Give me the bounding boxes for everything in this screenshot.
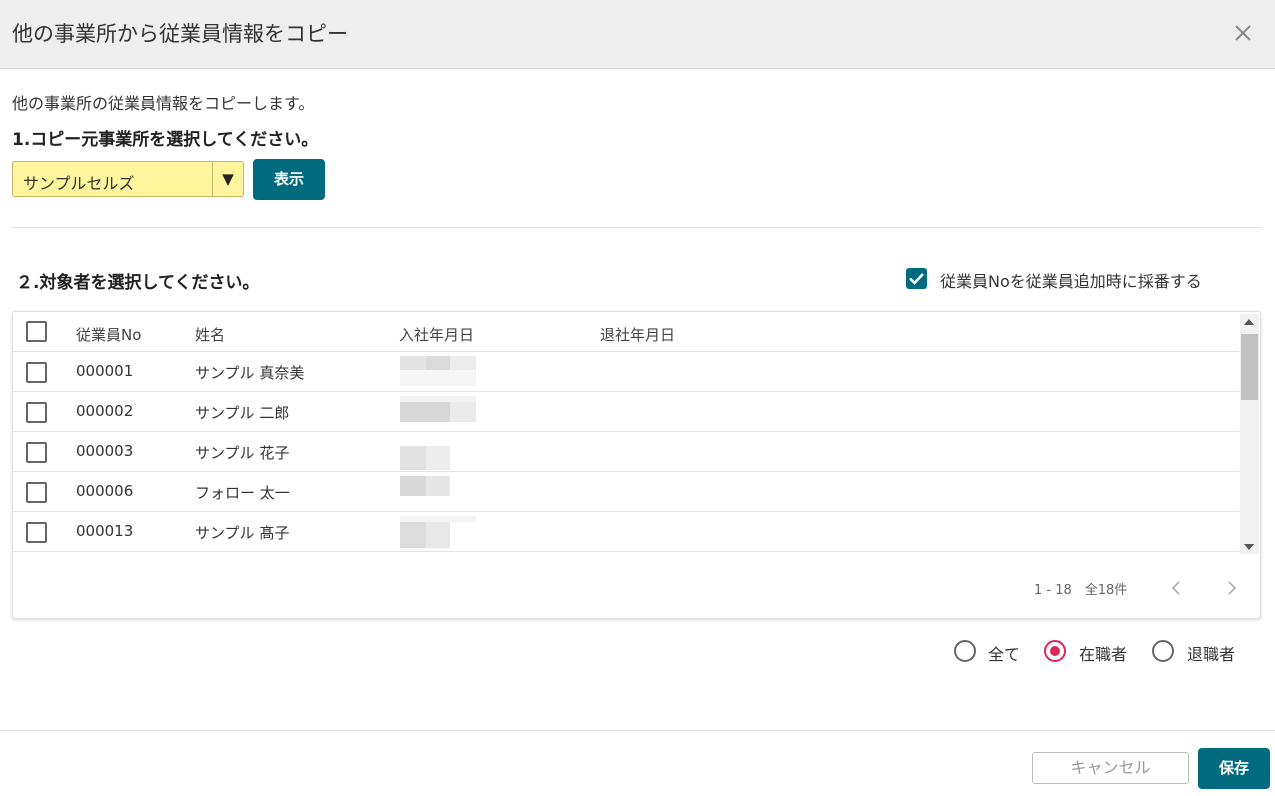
save-button[interactable]: 保存 [1198, 748, 1270, 789]
row-checkbox[interactable] [26, 402, 47, 423]
auto-number-label: 従業員Noを従業員追加時に採番する [940, 272, 1202, 291]
chevron-right-icon[interactable] [1221, 578, 1241, 598]
table-row[interactable]: 000001 サンプル 真奈美 [13, 352, 1239, 392]
scrollbar-thumb[interactable] [1241, 334, 1258, 400]
employee-no: 000013 [76, 522, 134, 540]
hire-date-redacted [400, 356, 478, 388]
table-scrollbar[interactable] [1240, 314, 1259, 554]
pagination-info: 1 - 18 全18件 [1034, 583, 1128, 598]
employee-name: フォロー 太一 [195, 484, 290, 502]
step2-heading: ２.対象者を選択してください。 [16, 273, 260, 293]
hire-date-redacted [400, 516, 478, 548]
close-icon[interactable] [1228, 18, 1258, 48]
hire-date-redacted [400, 396, 478, 428]
employee-name: サンプル 二郎 [195, 404, 290, 422]
employee-name: サンプル 花子 [195, 444, 290, 462]
hire-date-redacted [400, 436, 478, 470]
row-checkbox[interactable] [26, 362, 47, 383]
hire-date-redacted [400, 476, 478, 508]
auto-number-checkbox[interactable] [906, 268, 927, 289]
employee-name: サンプル 真奈美 [195, 364, 305, 382]
check-icon [909, 273, 924, 285]
column-header-leave-date[interactable]: 退社年月日 [600, 324, 675, 345]
dialog-title: 他の事業所から従業員情報をコピー [12, 22, 348, 46]
show-button[interactable]: 表示 [253, 159, 325, 200]
filter-label-all: 全て [988, 645, 1021, 664]
row-checkbox[interactable] [26, 522, 47, 543]
column-header-name[interactable]: 姓名 [195, 324, 225, 345]
filter-radio-all[interactable] [954, 640, 976, 662]
office-select[interactable]: サンプルセルズ ▼ [12, 161, 244, 197]
table-row[interactable]: 000003 サンプル 花子 [13, 432, 1239, 472]
filter-label-retired: 退職者 [1187, 645, 1236, 664]
table-row[interactable]: 000002 サンプル 二郎 [13, 392, 1239, 432]
table-row[interactable]: 000006 フォロー 太一 [13, 472, 1239, 512]
office-select-value: サンプルセルズ [23, 174, 135, 193]
intro-text: 他の事業所の従業員情報をコピーします。 [12, 94, 315, 113]
scroll-down-icon[interactable] [1244, 544, 1254, 550]
section-divider [12, 227, 1262, 228]
footer-divider [0, 730, 1275, 731]
employee-table: 従業員No 姓名 入社年月日 退社年月日 000001 サンプル 真奈美 000… [12, 311, 1261, 619]
scroll-up-icon[interactable] [1244, 319, 1254, 325]
filter-label-active: 在職者 [1079, 645, 1128, 664]
row-checkbox[interactable] [26, 482, 47, 503]
employee-no: 000006 [76, 482, 134, 500]
employee-no: 000003 [76, 442, 134, 460]
cancel-button[interactable]: キャンセル [1032, 752, 1189, 784]
dialog-header: 他の事業所から従業員情報をコピー [0, 0, 1275, 69]
employee-no: 000002 [76, 402, 134, 420]
column-header-employee-no[interactable]: 従業員No [76, 324, 141, 345]
filter-radio-retired[interactable] [1152, 640, 1174, 662]
column-header-hire-date[interactable]: 入社年月日 [399, 324, 474, 345]
filter-radio-active[interactable] [1044, 640, 1066, 662]
chevron-left-icon[interactable] [1167, 578, 1187, 598]
employee-no: 000001 [76, 362, 134, 380]
step1-heading: 1.コピー元事業所を選択してください。 [12, 130, 319, 150]
employee-name: サンプル 髙子 [195, 524, 290, 542]
select-all-checkbox[interactable] [26, 321, 47, 342]
table-row[interactable]: 000013 サンプル 髙子 [13, 512, 1239, 552]
chevron-down-icon[interactable]: ▼ [213, 162, 243, 196]
row-checkbox[interactable] [26, 442, 47, 463]
